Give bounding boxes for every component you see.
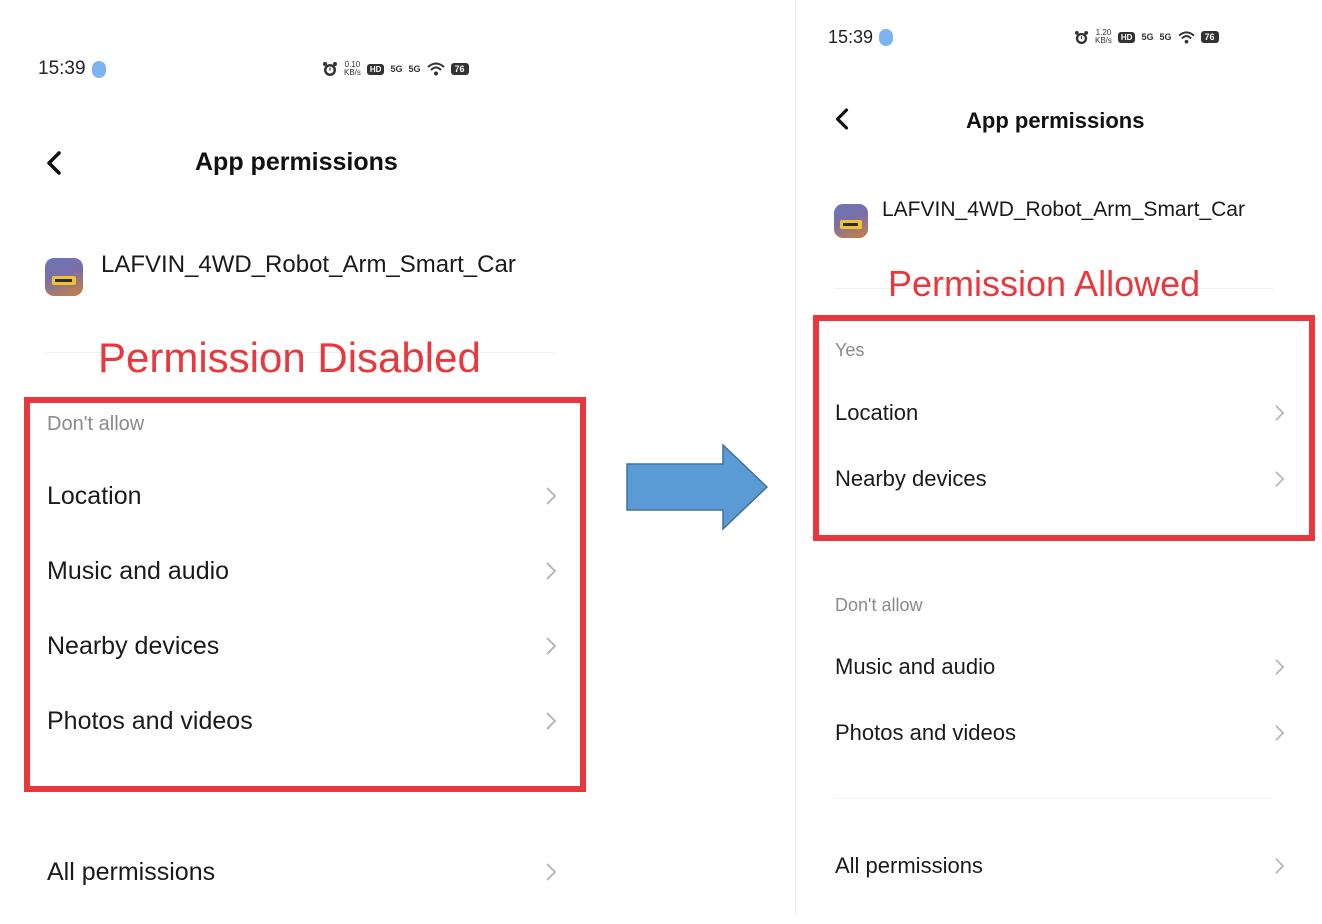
clock: 15:39	[38, 58, 86, 79]
chevron-right-icon	[546, 637, 557, 655]
notification-icon	[879, 29, 894, 46]
status-bar-time: 15:39	[828, 27, 894, 48]
right-screenshot: 15:39 1.20 KB/s HD 5G 5G 76 App permissio…	[795, 0, 1315, 916]
all-permissions-label: All permissions	[47, 857, 216, 886]
chevron-right-icon	[1275, 659, 1285, 675]
chevron-right-icon	[546, 562, 557, 580]
permission-label: Location	[835, 400, 919, 425]
app-icon	[834, 204, 868, 238]
net-speed-unit: KB/s	[1095, 36, 1112, 45]
net-speed-unit: KB/s	[344, 68, 361, 77]
all-permissions-label: All permissions	[835, 853, 983, 878]
right-arrow-icon	[626, 443, 769, 531]
wifi-icon	[426, 62, 445, 76]
permission-item-music-audio[interactable]: Music and audio	[835, 649, 1285, 685]
permission-label: Photos and videos	[835, 720, 1017, 745]
chevron-right-icon	[1275, 725, 1285, 741]
alarm-icon	[1074, 30, 1089, 44]
chevron-right-icon	[546, 487, 557, 505]
status-icons: 0.10 KB/s HD 5G 5G 76	[322, 61, 469, 77]
permission-item-photos-videos[interactable]: Photos and videos	[835, 715, 1285, 751]
permission-item-nearby-devices[interactable]: Nearby devices	[47, 626, 557, 666]
battery-icon: 76	[1200, 31, 1219, 43]
page-title: App permissions	[966, 108, 1145, 133]
back-arrow-icon[interactable]	[833, 107, 851, 131]
alarm-icon	[323, 62, 337, 76]
chevron-right-icon	[1275, 471, 1285, 487]
app-info-row: LAFVIN_4WD_Robot_Arm_Smart_Car	[45, 250, 565, 296]
permission-item-location[interactable]: Location	[47, 476, 557, 516]
signal-5g-icon-2: 5G	[408, 64, 421, 74]
permission-label: Music and audio	[835, 654, 996, 679]
all-permissions-item[interactable]: All permissions	[835, 848, 1285, 884]
back-arrow-icon[interactable]	[44, 150, 64, 176]
permission-item-nearby-devices[interactable]: Nearby devices	[835, 461, 1285, 497]
annotation-permission-disabled: Permission Disabled	[98, 334, 481, 381]
permission-item-photos-videos[interactable]: Photos and videos	[47, 701, 557, 741]
app-name: LAFVIN_4WD_Robot_Arm_Smart_Car	[882, 198, 1245, 221]
permission-item-location[interactable]: Location	[835, 395, 1285, 431]
permission-label: Nearby devices	[47, 631, 220, 660]
clock: 15:39	[828, 27, 874, 47]
section-label-dont-allow: Don't allow	[835, 595, 923, 615]
wifi-icon	[1177, 30, 1195, 44]
app-icon	[45, 258, 83, 296]
signal-5g-icon: 5G	[390, 64, 403, 74]
section-label-dont-allow: Don't allow	[47, 413, 145, 435]
status-bar-time: 15:39	[38, 58, 106, 80]
battery-icon: 76	[450, 63, 469, 75]
permission-label: Location	[47, 481, 142, 510]
net-speed: 0.10 KB/s	[344, 61, 361, 77]
hd-icon: HD	[366, 63, 385, 75]
signal-5g-icon-2: 5G	[1159, 32, 1172, 42]
permission-label: Music and audio	[47, 556, 230, 585]
permission-label: Nearby devices	[835, 466, 987, 491]
status-icons: 1.20 KB/s HD 5G 5G 76	[1074, 29, 1219, 45]
page-title: App permissions	[195, 148, 398, 176]
chevron-right-icon	[546, 863, 557, 881]
divider	[834, 798, 1271, 799]
app-name: LAFVIN_4WD_Robot_Arm_Smart_Car	[101, 251, 516, 278]
chevron-right-icon	[1275, 405, 1285, 421]
permission-item-music-audio[interactable]: Music and audio	[47, 551, 557, 591]
annotation-permission-allowed: Permission Allowed	[888, 263, 1201, 304]
signal-5g-icon: 5G	[1141, 32, 1154, 42]
net-speed: 1.20 KB/s	[1095, 29, 1112, 45]
app-info-row: LAFVIN_4WD_Robot_Arm_Smart_Car	[834, 196, 1294, 238]
notification-icon	[91, 60, 106, 78]
left-screenshot: 15:39 0.10 KB/s HD 5G 5G 76 App permissio…	[0, 0, 600, 924]
chevron-right-icon	[1275, 858, 1285, 874]
section-label-yes: Yes	[835, 340, 865, 360]
hd-icon: HD	[1117, 31, 1136, 43]
permission-label: Photos and videos	[47, 706, 253, 735]
chevron-right-icon	[546, 712, 557, 730]
all-permissions-item[interactable]: All permissions	[47, 852, 557, 892]
